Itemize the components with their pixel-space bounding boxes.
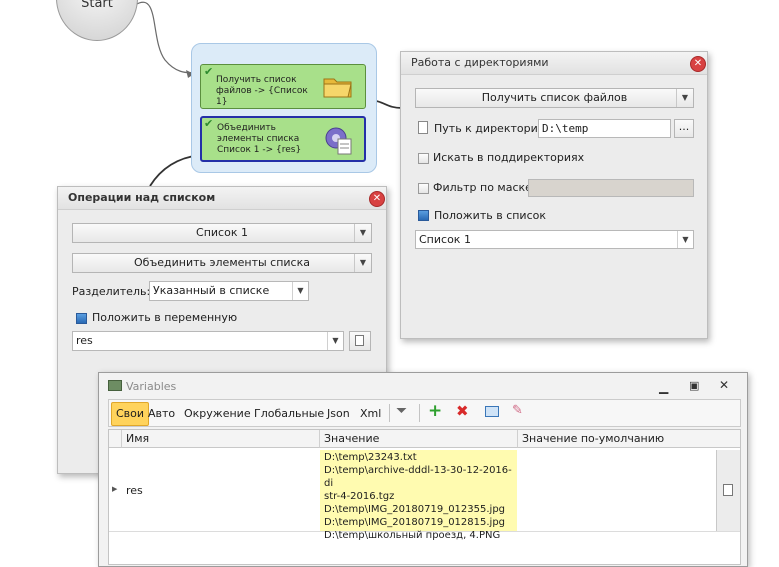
list-panel-title: Операции над списком xyxy=(58,187,386,210)
close-icon[interactable]: ✕ xyxy=(690,56,706,72)
tab-xml[interactable]: Xml xyxy=(360,402,381,426)
copy-icon xyxy=(355,335,364,346)
chevron-down-icon: ▼ xyxy=(677,231,693,248)
check-icon: ✔ xyxy=(204,117,214,130)
tab-json[interactable]: Json xyxy=(327,402,350,426)
subdirs-label: Искать в поддиректориях xyxy=(433,151,585,164)
variables-toolbar: Свои Авто Окружение Глобальные Json Xml … xyxy=(108,399,741,427)
row-name: res xyxy=(126,484,143,497)
value-line: str-4-2016.tgz xyxy=(324,491,395,502)
mask-checkbox[interactable] xyxy=(418,183,429,194)
list-source-value: Список 1 xyxy=(196,226,248,239)
variable-value: res xyxy=(76,334,93,347)
start-label: Start xyxy=(81,0,113,11)
chevron-down-icon: ▼ xyxy=(354,224,371,242)
mask-label: Фильтр по маске xyxy=(433,181,532,194)
variables-window: Variables ▁ ▣ ✕ Свои Авто Окружение Глоб… xyxy=(98,372,748,567)
separator-label: Разделитель: xyxy=(72,285,151,298)
variable-select[interactable]: res ▼ xyxy=(72,331,344,351)
chevron-down-icon: ▼ xyxy=(354,254,371,272)
node-get-files-text: Получить список файлов -> {Список 1} xyxy=(216,75,308,107)
check-icon: ✔ xyxy=(204,65,214,78)
minimize-icon[interactable]: ▁ xyxy=(659,380,668,394)
value-line: D:\temp\IMG_20180719_012355.jpg xyxy=(324,504,506,515)
put-list-label: Положить в список xyxy=(434,209,546,222)
directory-panel-title: Работа с директориями xyxy=(401,52,707,75)
close-icon[interactable]: ✕ xyxy=(719,378,729,392)
subdirs-checkbox[interactable] xyxy=(418,153,429,164)
node-get-files[interactable]: ✔ Получить список файлов -> {Список 1} xyxy=(200,64,366,109)
column-header-value[interactable]: Значение xyxy=(319,430,517,448)
delete-icon[interactable]: ✖ xyxy=(456,402,469,420)
separator xyxy=(419,404,420,422)
chevron-down-icon: ▼ xyxy=(676,89,693,107)
directory-panel: Работа с директориями ✕ Получить список … xyxy=(400,51,708,339)
directory-action-select[interactable]: Получить список файлов ▼ xyxy=(415,88,694,108)
separator-value: Указанный в списке xyxy=(153,284,270,297)
table-row[interactable]: ▶ res D:\temp\23243.txt D:\temp\archive-… xyxy=(109,450,740,541)
copy-button[interactable] xyxy=(349,331,371,351)
variables-window-icon xyxy=(108,380,122,391)
eraser-icon[interactable]: ✎ xyxy=(512,403,523,418)
row-expand-icon[interactable]: ▶ xyxy=(112,485,117,493)
value-line: D:\temp\IMG_20180719_012815.jpg xyxy=(324,517,506,528)
row-copy-button[interactable] xyxy=(716,450,740,531)
restore-icon[interactable]: ▣ xyxy=(689,379,699,392)
value-line: D:\temp\archive-dddl-13-30-12-2016-di xyxy=(324,465,512,489)
separator-select[interactable]: Указанный в списке ▼ xyxy=(149,281,309,301)
edit-icon[interactable] xyxy=(485,406,499,417)
list-source-select[interactable]: Список 1 ▼ xyxy=(72,223,372,243)
path-value: D:\temp xyxy=(542,122,589,135)
folder-icon xyxy=(323,74,353,98)
column-header-name[interactable]: Имя xyxy=(121,430,319,448)
list-select-value: Список 1 xyxy=(419,233,471,246)
separator xyxy=(389,404,390,422)
path-label: Путь к директории xyxy=(434,122,545,135)
value-line: D:\temp\23243.txt xyxy=(324,452,417,463)
list-select[interactable]: Список 1 ▼ xyxy=(415,230,694,249)
mask-input[interactable] xyxy=(528,179,694,197)
operation-select[interactable]: Объединить элементы списка ▼ xyxy=(72,253,372,273)
put-list-checkbox[interactable] xyxy=(418,210,429,221)
file-icon xyxy=(418,121,428,134)
row-value[interactable]: D:\temp\23243.txt D:\temp\archive-dddl-1… xyxy=(320,450,517,541)
put-var-checkbox[interactable] xyxy=(76,313,87,324)
variables-title: Variables xyxy=(126,380,177,393)
column-header-default[interactable]: Значение по-умолчанию xyxy=(517,430,715,448)
tab-global[interactable]: Глобальные xyxy=(254,402,324,426)
directory-action-value: Получить список файлов xyxy=(481,91,628,104)
path-input[interactable]: D:\temp xyxy=(538,119,671,138)
browse-label: ... xyxy=(678,120,690,133)
filter-icon[interactable]: ⏷ xyxy=(396,403,407,419)
variables-grid: Имя Значение Значение по-умолчанию ▶ res… xyxy=(108,429,741,565)
chevron-down-icon: ▼ xyxy=(292,282,308,300)
tab-own[interactable]: Свои xyxy=(111,402,150,426)
tab-environment[interactable]: Окружение xyxy=(184,402,251,426)
add-icon[interactable]: + xyxy=(428,401,442,421)
node-join-list-text: Объединить элементы списка Список 1 -> {… xyxy=(217,123,302,155)
operation-value: Объединить элементы списка xyxy=(134,256,310,269)
close-icon[interactable]: ✕ xyxy=(369,191,385,207)
browse-button[interactable]: ... xyxy=(674,119,694,138)
tab-auto[interactable]: Авто xyxy=(148,402,175,426)
value-line: D:\temp\школьный проезд, 4.PNG xyxy=(324,530,501,541)
chevron-down-icon: ▼ xyxy=(327,332,343,350)
put-var-label: Положить в переменную xyxy=(92,311,238,324)
gear-icon xyxy=(324,124,354,156)
node-join-list[interactable]: ✔ Объединить элементы списка Список 1 ->… xyxy=(200,116,366,162)
copy-icon xyxy=(723,484,733,496)
